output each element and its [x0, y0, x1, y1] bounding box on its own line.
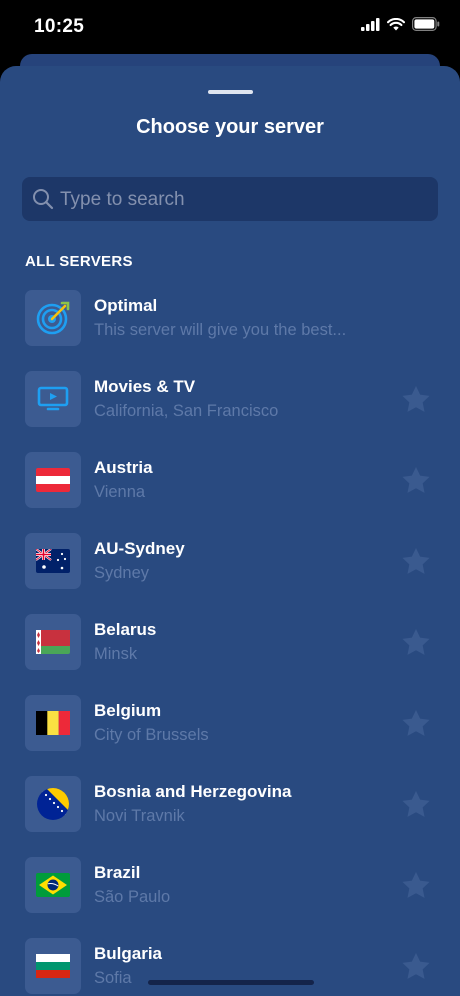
status-bar: 10:25: [0, 0, 460, 56]
server-tile: [25, 452, 81, 508]
server-name: Belgium: [94, 701, 162, 720]
favorite-star-icon[interactable]: [400, 708, 432, 740]
search-input[interactable]: [58, 177, 432, 223]
server-name: Brazil: [94, 863, 141, 882]
server-row-austria[interactable]: Austria Vienna: [0, 452, 460, 533]
server-subtitle: Sofia: [94, 969, 132, 987]
target-icon: [36, 301, 70, 335]
favorite-star-icon[interactable]: [400, 951, 432, 983]
server-tile: [25, 290, 81, 346]
brazil-flag-icon: [36, 873, 70, 897]
server-subtitle: This server will give you the best...: [94, 321, 347, 339]
server-subtitle: Minsk: [94, 645, 138, 663]
australia-flag-icon: [36, 549, 70, 573]
signal-icon: [361, 17, 380, 31]
favorite-star-icon[interactable]: [400, 789, 432, 821]
server-tile: [25, 857, 81, 913]
server-subtitle: Vienna: [94, 483, 146, 501]
belarus-flag-icon: [36, 630, 70, 654]
tv-icon: [37, 386, 69, 411]
server-list: Optimal This server will give you the be…: [0, 290, 460, 996]
favorite-star-icon[interactable]: [400, 870, 432, 902]
server-name: Belarus: [94, 620, 157, 639]
status-time: 10:25: [34, 16, 85, 37]
belgium-flag-icon: [36, 711, 70, 735]
wifi-icon: [387, 17, 405, 30]
server-name: Austria: [94, 458, 153, 477]
sheet-title: Choose your server: [136, 116, 324, 138]
server-subtitle: Sydney: [94, 564, 150, 582]
server-row-belgium[interactable]: Belgium City of Brussels: [0, 695, 460, 776]
search-bar[interactable]: [22, 177, 438, 223]
server-tile: [25, 614, 81, 670]
favorite-star-icon[interactable]: [400, 546, 432, 578]
bosnia-flag-icon: [37, 788, 69, 820]
sheet-grabber[interactable]: [208, 90, 253, 94]
status-icons: [361, 17, 440, 31]
server-row-bulgaria[interactable]: Bulgaria Sofia: [0, 938, 460, 996]
server-subtitle: California, San Francisco: [94, 402, 279, 420]
server-tile: [25, 776, 81, 832]
server-name: AU-Sydney: [94, 539, 185, 558]
server-row-bosnia[interactable]: Bosnia and Herzegovina Novi Travnik: [0, 776, 460, 857]
home-indicator[interactable]: [148, 980, 314, 985]
battery-icon: [412, 17, 440, 31]
server-subtitle: Novi Travnik: [94, 807, 185, 825]
server-tile: [25, 371, 81, 427]
server-name: Movies & TV: [94, 377, 196, 396]
server-subtitle: São Paulo: [94, 888, 171, 906]
favorite-star-icon[interactable]: [400, 627, 432, 659]
server-sheet: Choose your server ALL SERVERS Optimal T…: [0, 66, 460, 996]
search-icon: [33, 189, 54, 210]
server-name: Bosnia and Herzegovina: [94, 782, 292, 801]
server-row-brazil[interactable]: Brazil São Paulo: [0, 857, 460, 938]
bulgaria-flag-icon: [36, 954, 70, 978]
austria-flag-icon: [36, 468, 70, 492]
server-row-optimal[interactable]: Optimal This server will give you the be…: [0, 290, 460, 371]
server-tile: [25, 533, 81, 589]
server-row-au-sydney[interactable]: AU-Sydney Sydney: [0, 533, 460, 614]
server-name: Optimal: [94, 296, 158, 315]
server-name: Bulgaria: [94, 944, 163, 963]
server-tile: [25, 938, 81, 994]
favorite-star-icon[interactable]: [400, 465, 432, 497]
section-label: ALL SERVERS: [25, 253, 133, 270]
server-tile: [25, 695, 81, 751]
server-row-movies-tv[interactable]: Movies & TV California, San Francisco: [0, 371, 460, 452]
server-row-belarus[interactable]: Belarus Minsk: [0, 614, 460, 695]
favorite-star-icon[interactable]: [400, 384, 432, 416]
server-subtitle: City of Brussels: [94, 726, 209, 744]
